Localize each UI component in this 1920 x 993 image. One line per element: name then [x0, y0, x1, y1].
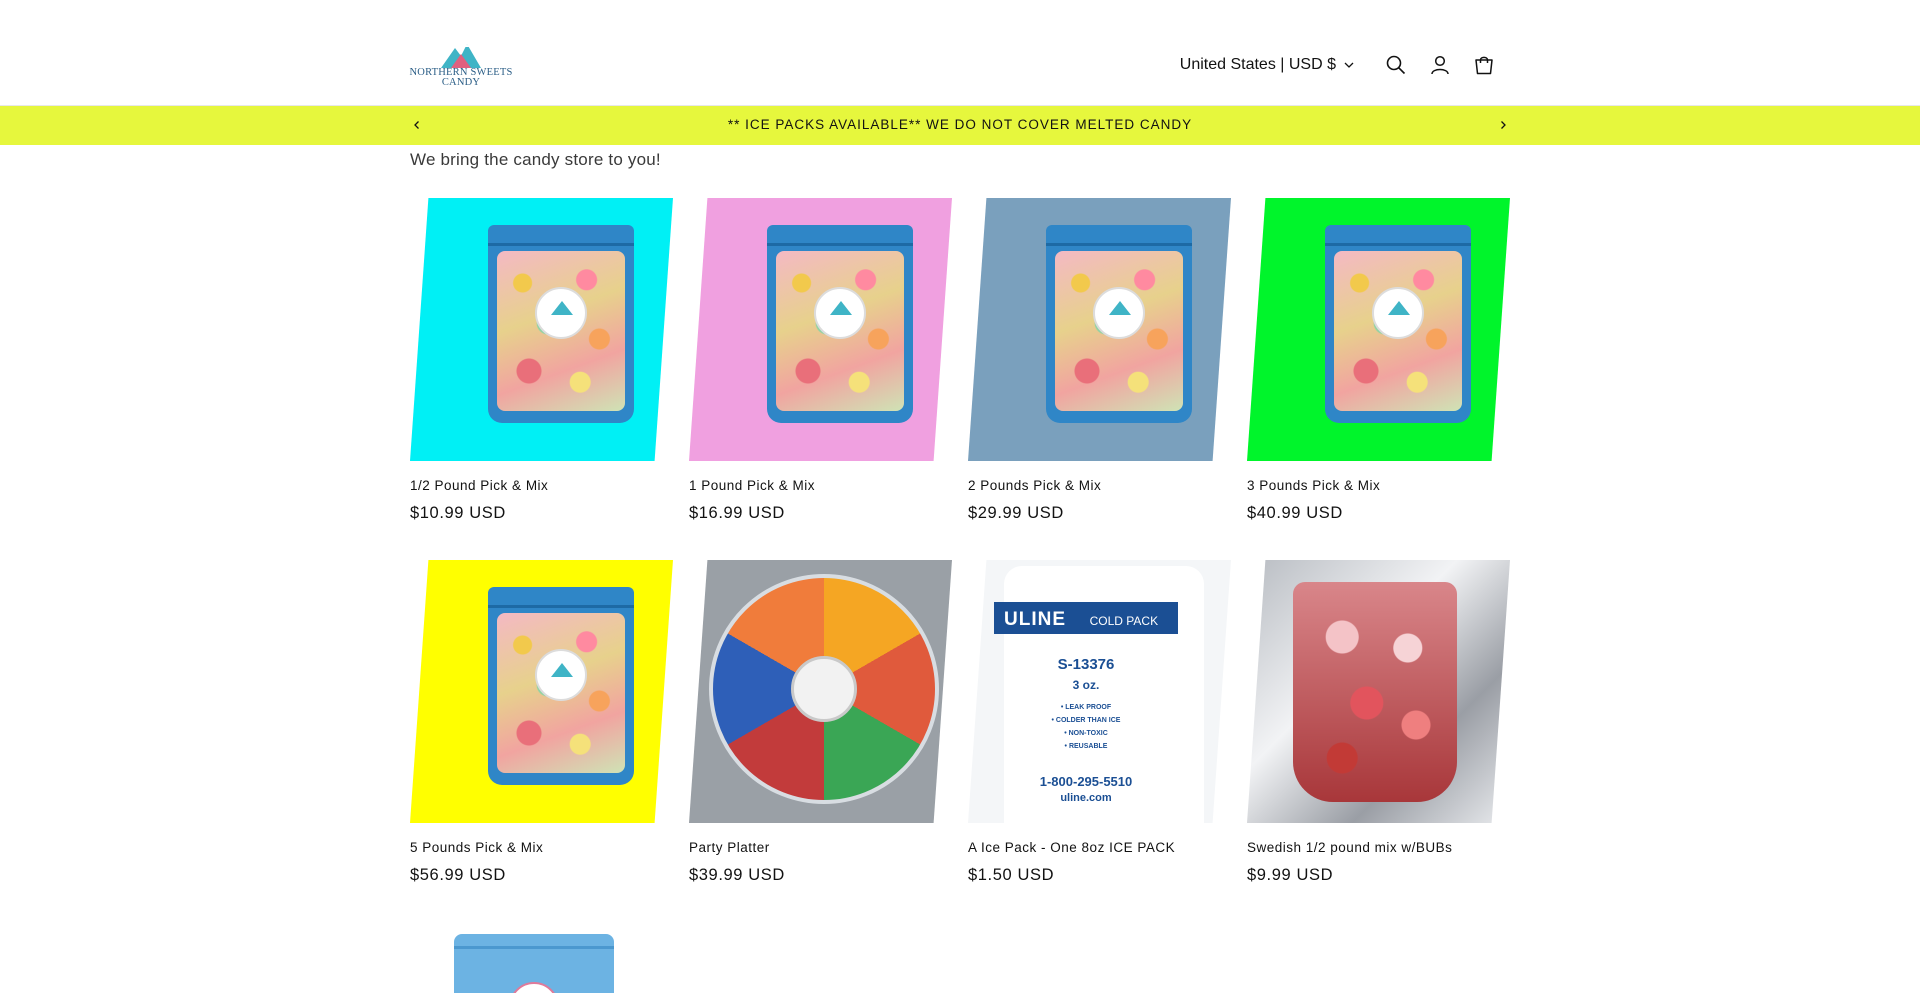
- product-title[interactable]: 1 Pound Pick & Mix: [689, 478, 815, 493]
- announcement-text: ** ICE PACKS AVAILABLE** WE DO NOT COVER…: [727, 117, 1193, 132]
- swedish-mix-image: [1247, 560, 1510, 823]
- account-icon: [1431, 55, 1449, 75]
- product-price: $39.99 USD: [689, 866, 785, 884]
- product-price: $9.99 USD: [1247, 866, 1334, 884]
- logo-line-2: CANDY: [441, 77, 481, 88]
- announcement-bar: ** ICE PACKS AVAILABLE** WE DO NOT COVER…: [0, 106, 1920, 145]
- product-image[interactable]: [1247, 198, 1510, 461]
- product-price: $56.99 USD: [410, 866, 506, 884]
- site-header: NORTHERN SWEETS CANDY United States | US…: [0, 0, 1920, 106]
- product-image[interactable]: ULINE COLD PACK S-13376 3 oz. • LEAK PRO…: [968, 560, 1231, 823]
- candy-bag-image: [454, 934, 614, 993]
- chevron-right-icon: [1501, 121, 1506, 129]
- header-actions: United States | USD $: [1180, 50, 1506, 80]
- product-title[interactable]: 5 Pounds Pick & Mix: [410, 840, 543, 855]
- cart-button[interactable]: [1462, 43, 1506, 87]
- party-platter-image: [689, 560, 952, 823]
- product-title[interactable]: 1/2 Pound Pick & Mix: [410, 478, 548, 493]
- product-title[interactable]: 2 Pounds Pick & Mix: [968, 478, 1101, 493]
- cart-icon: [1475, 56, 1493, 75]
- country-currency-selector[interactable]: United States | USD $: [1180, 56, 1354, 74]
- collection-description: We bring the candy store to you!: [410, 150, 661, 169]
- country-currency-label: United States | USD $: [1179, 56, 1336, 73]
- search-button[interactable]: [1374, 43, 1418, 87]
- product-image[interactable]: [1247, 560, 1510, 823]
- logo-text: NORTHERN SWEETS CANDY: [409, 67, 513, 88]
- candy-bag-image: [1046, 225, 1192, 423]
- product-title[interactable]: A Ice Pack - One 8oz ICE PACK: [968, 840, 1175, 855]
- product-price: $29.99 USD: [968, 504, 1064, 522]
- product-title[interactable]: Party Platter: [689, 840, 770, 855]
- candy-bag-image: [488, 587, 634, 785]
- candy-bag-image: [488, 225, 634, 423]
- product-price: $10.99 USD: [410, 504, 506, 522]
- ice-pack-banner: ULINE COLD PACK: [994, 602, 1178, 634]
- product-price: $16.99 USD: [689, 504, 785, 522]
- product-image[interactable]: [689, 198, 952, 461]
- product-title[interactable]: Swedish 1/2 pound mix w/BUBs: [1247, 840, 1452, 855]
- product-price: $1.50 USD: [968, 866, 1055, 884]
- store-logo[interactable]: NORTHERN SWEETS CANDY: [409, 42, 513, 90]
- account-button[interactable]: [1418, 43, 1462, 87]
- candy-bag-image: [767, 225, 913, 423]
- chevron-down-icon: [1344, 62, 1354, 68]
- ice-pack-image: ULINE COLD PACK S-13376 3 oz. • LEAK PRO…: [968, 560, 1231, 823]
- product-image-partial[interactable]: [440, 930, 630, 993]
- product-image[interactable]: [410, 560, 673, 823]
- product-image[interactable]: [689, 560, 952, 823]
- product-title[interactable]: 3 Pounds Pick & Mix: [1247, 478, 1380, 493]
- product-price: $40.99 USD: [1247, 504, 1343, 522]
- product-image[interactable]: [968, 198, 1231, 461]
- search-icon: [1386, 55, 1406, 75]
- announcement-next-button[interactable]: [1493, 115, 1513, 135]
- candy-bag-image: [1325, 225, 1471, 423]
- mountain-logo-icon: [441, 44, 481, 68]
- product-image[interactable]: [410, 198, 673, 461]
